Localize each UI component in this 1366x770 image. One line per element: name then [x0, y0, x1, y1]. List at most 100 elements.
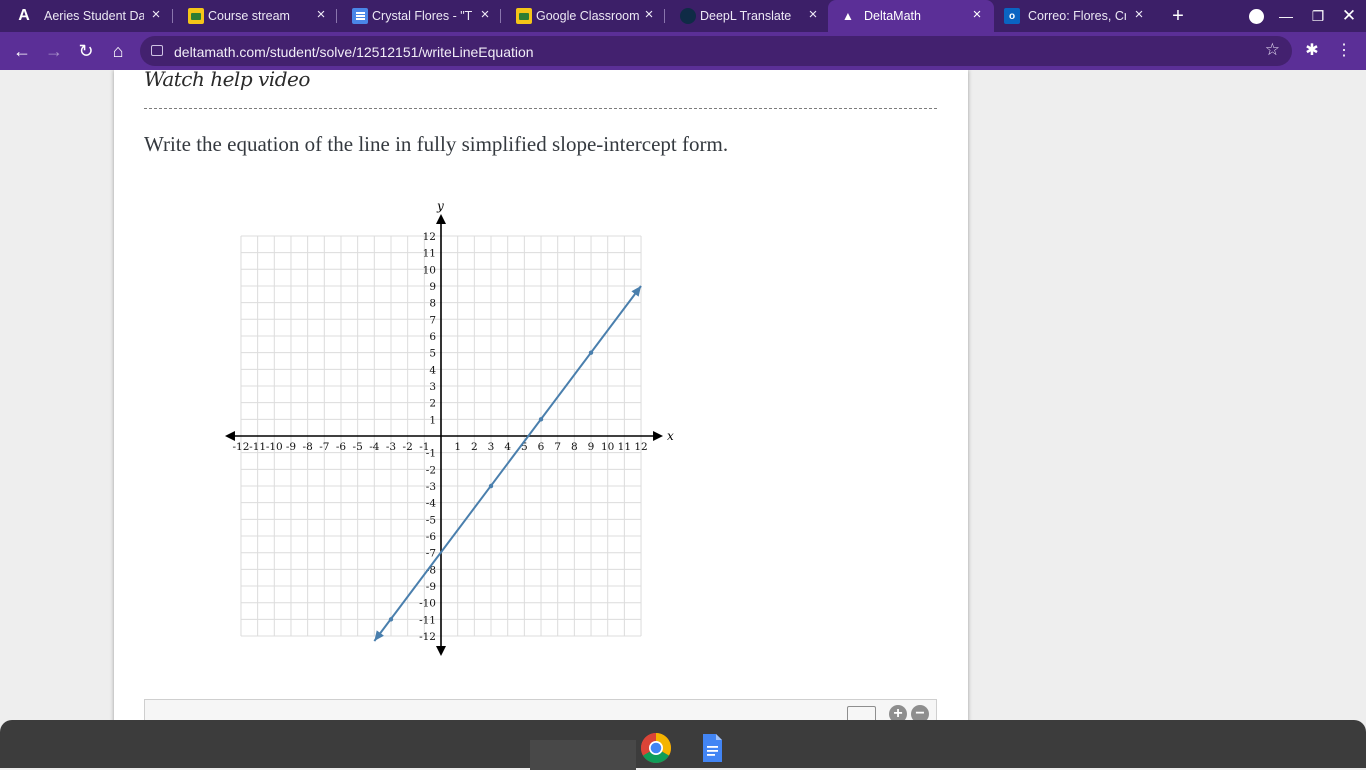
keyboard-icon[interactable]	[847, 706, 876, 720]
x-tick-label: -4	[369, 441, 380, 453]
line-point	[388, 617, 394, 622]
y-tick-label: 3	[429, 381, 436, 393]
address-bar[interactable]: deltamath.com/student/solve/12512151/wri…	[140, 36, 1292, 66]
line-point	[488, 483, 494, 489]
extensions-icon[interactable]: ✱	[1299, 38, 1325, 64]
tab-google-classroom[interactable]: Google Classroom ×	[500, 0, 664, 32]
close-icon[interactable]: ×	[148, 7, 164, 23]
axes: xy	[224, 199, 674, 657]
close-window-icon[interactable]: ✕	[1337, 4, 1361, 28]
menu-icon[interactable]: ⋮	[1331, 38, 1357, 64]
line-arrow-end	[631, 285, 642, 297]
x-axis-arrow-left	[224, 431, 235, 441]
close-icon[interactable]: ×	[1131, 7, 1147, 23]
y-axis-arrow-up	[436, 213, 446, 224]
x-tick-label: 8	[571, 441, 578, 453]
obscured-button	[530, 740, 636, 770]
tab-label: Aeries Student Da	[44, 9, 144, 23]
browser-toolbar: ← → ↻ ⌂ deltamath.com/student/solve/1251…	[0, 32, 1366, 70]
os-shelf	[0, 720, 1366, 770]
tab-label: Crystal Flores - "Th	[372, 9, 472, 23]
x-tick-label: 11	[618, 441, 631, 453]
close-icon[interactable]: ×	[805, 7, 821, 23]
y-tick-label: -9	[426, 581, 436, 593]
y-tick-label: -2	[426, 464, 436, 476]
y-tick-label: -5	[426, 514, 436, 526]
y-tick-label: -11	[419, 614, 436, 626]
x-axis-arrow-right	[653, 431, 664, 441]
x-tick-label: -5	[353, 441, 363, 453]
coordinate-graph: xy -12 -11 -10 -9 -8 -7 -6 -5 -4 -3 -2 -1 1 2 3 4 5 6 7 8 9 1…	[224, 199, 674, 657]
y-tick-label: -7	[426, 548, 436, 560]
problem-card: Watch help video Write the equation of t…	[114, 70, 968, 720]
y-tick-label: 7	[429, 314, 436, 326]
classroom-icon	[516, 8, 532, 24]
tab-label: DeepL Translate	[700, 9, 792, 23]
y-tick-label: 4	[429, 364, 436, 376]
y-tick-label: 9	[429, 281, 436, 293]
line-point	[538, 417, 544, 422]
y-tick-label: 2	[429, 398, 436, 410]
y-tick-label: -12	[419, 631, 436, 643]
y-tick-labels: 121110987654321-1-2-3-4-5-6-7-8-9-10-11-…	[419, 231, 436, 643]
reload-icon[interactable]: ↻	[73, 38, 99, 64]
tab-deepl[interactable]: DeepL Translate ×	[664, 0, 828, 32]
bookmark-star-icon[interactable]: ☆	[1265, 40, 1280, 60]
x-tick-label: 3	[488, 441, 495, 453]
tab-course-stream[interactable]: Course stream ×	[172, 0, 336, 32]
minimize-icon[interactable]: —	[1274, 4, 1298, 28]
classroom-icon	[188, 8, 204, 24]
x-tick-label: -9	[286, 441, 296, 453]
x-tick-label: -7	[319, 441, 329, 453]
close-icon[interactable]: ×	[641, 7, 657, 23]
tab-label: Google Classroom	[536, 9, 640, 23]
deltamath-icon: ▲	[842, 9, 854, 23]
tab-label: Correo: Flores, Cry	[1028, 9, 1126, 23]
x-axis-label: x	[667, 429, 674, 443]
tab-deltamath[interactable]: ▲ DeltaMath ×	[828, 0, 994, 32]
forward-icon[interactable]: →	[41, 38, 67, 64]
x-tick-label: -11	[249, 441, 266, 453]
close-icon[interactable]: ×	[313, 7, 329, 23]
back-icon[interactable]: ←	[9, 38, 35, 64]
x-tick-label: 6	[538, 441, 545, 453]
close-icon[interactable]: ×	[969, 7, 985, 23]
x-tick-label: 12	[634, 441, 647, 453]
tab-correo[interactable]: o Correo: Flores, Cry ×	[994, 0, 1156, 32]
line-point	[588, 350, 594, 355]
home-icon[interactable]: ⌂	[105, 38, 131, 64]
y-tick-label: 12	[423, 231, 436, 243]
answer-input-area[interactable]: + −	[144, 699, 937, 720]
x-tick-label: -12	[232, 441, 249, 453]
y-axis-arrow-down	[436, 646, 446, 657]
restore-icon[interactable]: ❐	[1306, 4, 1330, 28]
y-axis-label: y	[436, 199, 444, 213]
x-tick-label: -6	[336, 441, 347, 453]
deepl-icon	[680, 8, 696, 24]
x-tick-label: 9	[588, 441, 595, 453]
url-text[interactable]: deltamath.com/student/solve/12512151/wri…	[174, 44, 534, 60]
tab-aeries[interactable]: A Aeries Student Da ×	[0, 0, 172, 32]
x-tick-label: 2	[471, 441, 478, 453]
y-tick-label: 8	[429, 298, 436, 310]
y-tick-label: 1	[429, 414, 436, 426]
x-tick-label: 7	[554, 441, 561, 453]
close-icon[interactable]: ×	[477, 7, 493, 23]
new-tab-button[interactable]: +	[1166, 4, 1190, 28]
y-tick-label: 6	[429, 331, 436, 343]
chrome-icon[interactable]	[640, 732, 672, 764]
y-tick-label: -3	[426, 481, 436, 493]
line-arrow-start	[374, 630, 384, 642]
x-tick-label: 10	[601, 441, 614, 453]
x-tick-label: 4	[504, 441, 511, 453]
zoom-in-icon[interactable]: +	[889, 705, 907, 720]
x-tick-label: -2	[403, 441, 413, 453]
tab-label: DeltaMath	[864, 9, 921, 23]
tab-search-icon[interactable]	[1244, 4, 1268, 28]
docs-app-icon[interactable]	[696, 732, 728, 764]
y-tick-label: -6	[426, 531, 437, 543]
tab-crystal-flores-doc[interactable]: Crystal Flores - "Th ×	[336, 0, 500, 32]
y-tick-label: -10	[419, 598, 436, 610]
site-info-icon[interactable]	[151, 45, 163, 56]
zoom-out-icon[interactable]: −	[911, 705, 929, 720]
